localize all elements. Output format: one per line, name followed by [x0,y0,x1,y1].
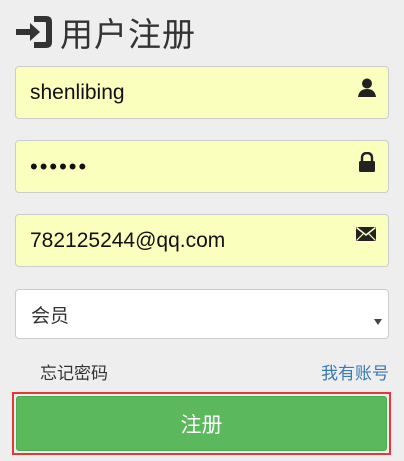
password-value: •••••• [30,153,89,179]
role-select[interactable]: 会员 [15,289,389,339]
password-field[interactable]: •••••• [15,140,389,193]
page-title: 用户注册 [60,15,196,54]
email-field[interactable]: 782125244@qq.com [15,214,389,267]
register-button[interactable]: 注册 [16,396,387,451]
page-header: 用户注册 [14,6,196,58]
username-field[interactable]: shenlibing [15,66,389,119]
caret-down-icon [373,311,383,330]
envelope-icon [356,226,376,246]
username-value: shenlibing [30,80,125,104]
register-button-label: 注册 [180,412,223,437]
user-icon [358,78,376,102]
email-value: 782125244@qq.com [30,228,226,252]
forgot-password-link[interactable]: 忘记密码 [40,359,108,384]
lock-icon [358,151,376,176]
have-account-link[interactable]: 我有账号 [321,359,389,384]
role-select-value: 会员 [31,304,70,327]
sign-in-icon [14,14,54,50]
